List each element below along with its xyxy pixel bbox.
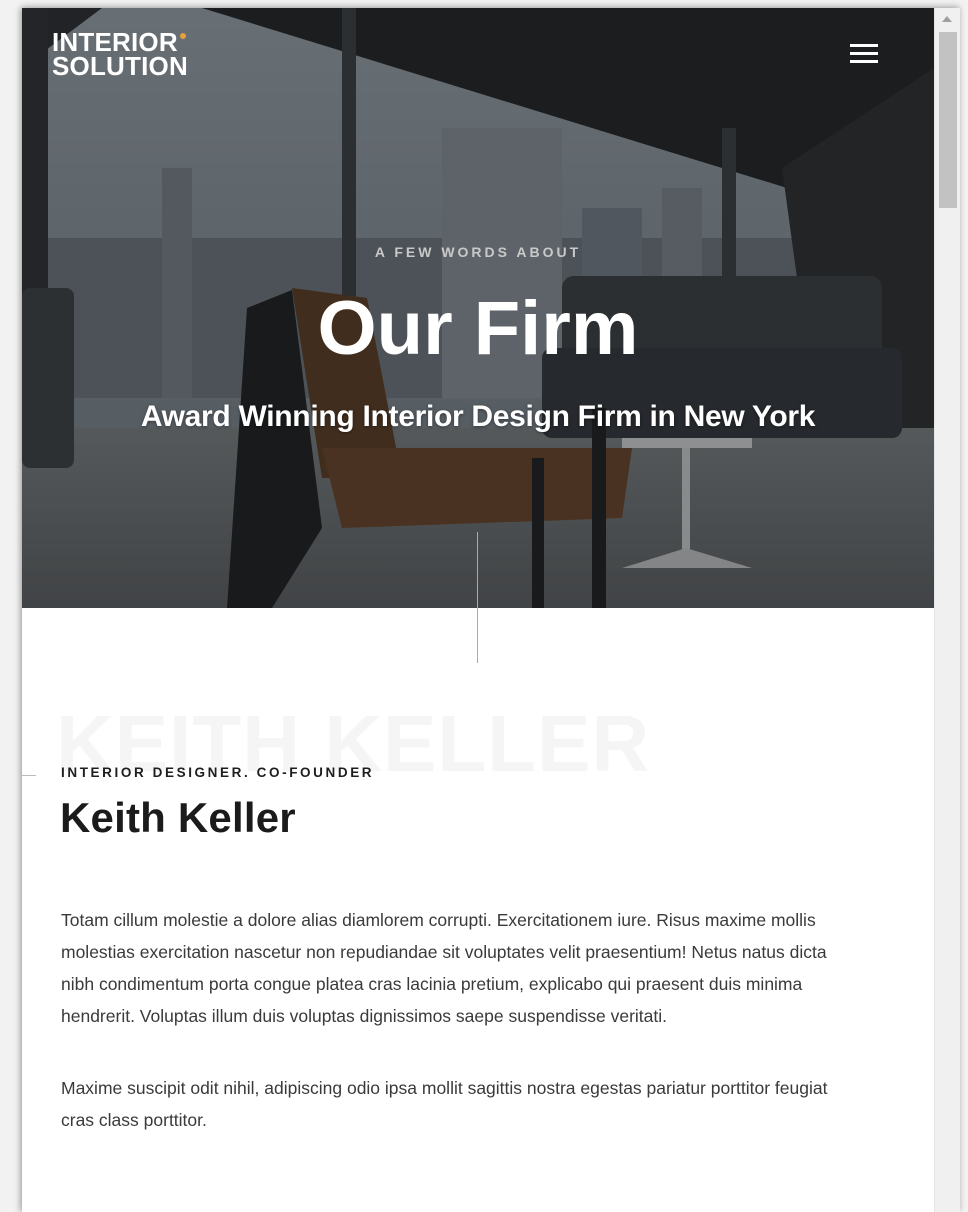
- vertical-scrollbar[interactable]: [934, 8, 960, 1212]
- hero-section: INTERIOR SOLUTION A FEW WORDS ABOUT Our …: [22, 8, 934, 608]
- bio-paragraph-2: Maxime suscipit odit nihil, adipiscing o…: [61, 1078, 828, 1130]
- hero-title: Our Firm: [317, 286, 639, 371]
- profile-role: INTERIOR DESIGNER. CO-FOUNDER: [61, 765, 375, 780]
- site-logo[interactable]: INTERIOR SOLUTION: [52, 29, 188, 81]
- bio-paragraph-1: Totam cillum molestie a dolore alias dia…: [61, 910, 827, 1026]
- hamburger-menu-icon[interactable]: [848, 42, 880, 66]
- page-viewport: INTERIOR SOLUTION A FEW WORDS ABOUT Our …: [22, 8, 934, 1212]
- hero-eyebrow: A FEW WORDS ABOUT: [374, 244, 582, 260]
- logo-dot-icon: [179, 33, 186, 39]
- role-tick-line: [22, 775, 36, 776]
- logo-line-2: SOLUTION: [52, 51, 188, 81]
- profile-name: Keith Keller: [60, 794, 296, 841]
- accent-divider-line: [477, 532, 478, 663]
- chevron-up-icon[interactable]: [942, 16, 952, 22]
- scrollbar-thumb[interactable]: [939, 32, 957, 208]
- browser-window: INTERIOR SOLUTION A FEW WORDS ABOUT Our …: [22, 8, 960, 1212]
- hero-subtitle: Award Winning Interior Design Firm in Ne…: [140, 400, 816, 433]
